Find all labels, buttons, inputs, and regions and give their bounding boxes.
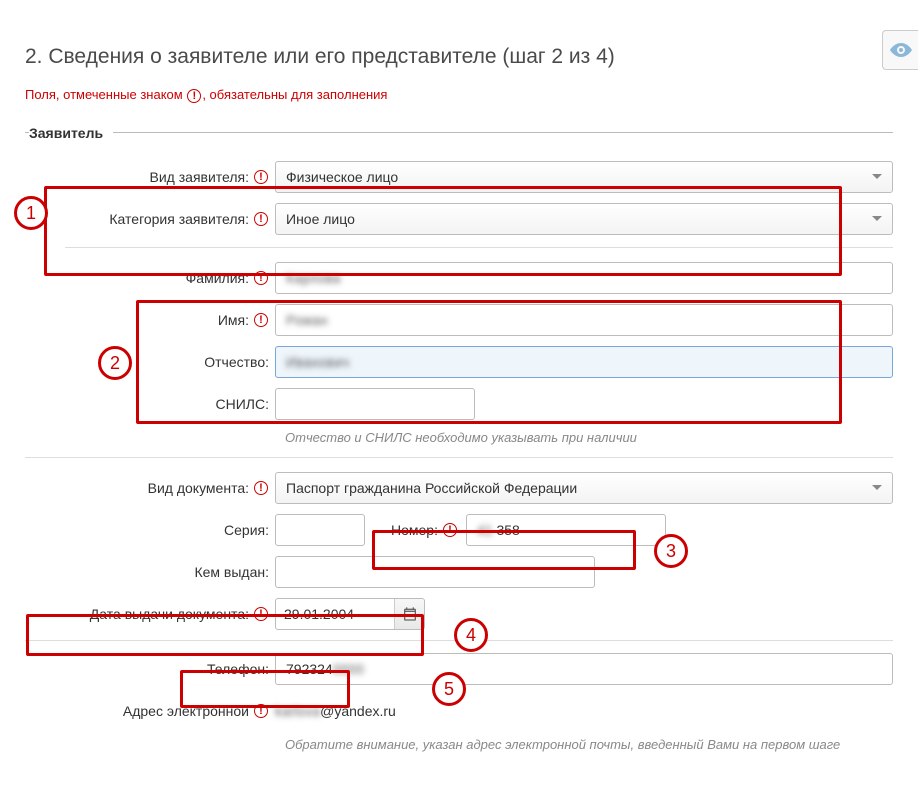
group-legend: Заявитель bbox=[29, 125, 113, 141]
label-applicant-category: Категория заявителя: bbox=[25, 211, 275, 227]
eye-icon bbox=[889, 38, 913, 62]
label-issued-by: Кем выдан: bbox=[25, 564, 275, 580]
email-readonly: karlova@yandex.ru bbox=[275, 695, 893, 727]
phone-input[interactable]: 7923240000 bbox=[275, 653, 893, 685]
label-name: Имя: bbox=[25, 312, 275, 328]
required-icon bbox=[254, 607, 268, 621]
snils-input[interactable] bbox=[275, 388, 475, 420]
label-document-type: Вид документа: bbox=[25, 480, 275, 496]
required-fields-note: Поля, отмеченные знаком , обязательны дл… bbox=[25, 87, 893, 103]
applicant-type-select[interactable]: Физическое лицо bbox=[275, 161, 893, 193]
page-title: 2. Сведения о заявителе или его представ… bbox=[25, 45, 893, 69]
label-snils: СНИЛС: bbox=[25, 396, 275, 412]
required-icon bbox=[254, 271, 268, 285]
name-input[interactable]: Роман bbox=[275, 304, 893, 336]
required-icon bbox=[254, 481, 268, 495]
applicant-group: Заявитель Вид заявителя: Физическое лицо… bbox=[25, 125, 893, 764]
label-phone: Телефон: bbox=[25, 661, 275, 677]
chevron-down-icon bbox=[872, 216, 882, 221]
calendar-button[interactable] bbox=[394, 599, 424, 629]
label-number: Номер: bbox=[391, 522, 458, 538]
label-issue-date: Дата выдачи документа: bbox=[25, 606, 275, 622]
required-icon bbox=[254, 313, 268, 327]
required-icon bbox=[254, 170, 268, 184]
surname-input[interactable]: Карлова bbox=[275, 262, 893, 294]
label-applicant-type: Вид заявителя: bbox=[25, 169, 275, 185]
accessibility-toggle[interactable] bbox=[882, 30, 918, 70]
chevron-down-icon bbox=[872, 174, 882, 179]
patronymic-input[interactable]: Иванович bbox=[275, 346, 893, 378]
required-icon bbox=[443, 523, 457, 537]
label-series: Серия: bbox=[25, 522, 275, 538]
applicant-category-select[interactable]: Иное лицо bbox=[275, 203, 893, 235]
label-patronymic: Отчество: bbox=[25, 354, 275, 370]
issue-date-input[interactable]: 29.01.2004 bbox=[275, 598, 425, 630]
label-surname: Фамилия: bbox=[25, 270, 275, 286]
calendar-icon bbox=[402, 606, 418, 622]
label-email: Адрес электронной bbox=[25, 703, 275, 719]
hint-email: Обратите внимание, указан адрес электрон… bbox=[285, 737, 893, 752]
required-icon bbox=[254, 212, 268, 226]
number-input[interactable]: 41 358 bbox=[466, 514, 666, 546]
series-input[interactable] bbox=[275, 514, 365, 546]
hint-snils: Отчество и СНИЛС необходимо указывать пр… bbox=[285, 430, 893, 445]
chevron-down-icon bbox=[872, 485, 882, 490]
required-icon bbox=[254, 704, 268, 718]
required-icon bbox=[187, 89, 201, 103]
issued-by-input[interactable] bbox=[275, 556, 595, 588]
document-type-select[interactable]: Паспорт гражданина Российской Федерации bbox=[275, 472, 893, 504]
